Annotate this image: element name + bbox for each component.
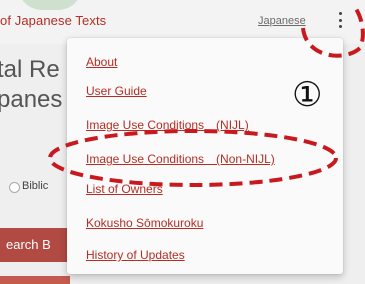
bibliography-radio-label: Biblic [22, 180, 49, 192]
language-link[interactable]: Japanese [258, 15, 306, 27]
menu-item-kokusho-somokuroku[interactable]: Kokusho Sōmokuroku [86, 216, 203, 230]
bibliography-radio[interactable] [9, 182, 20, 193]
more-menu-icon[interactable] [337, 12, 343, 28]
menu-item-list-of-owners[interactable]: List of Owners [86, 182, 163, 196]
menu-item-about[interactable]: About [86, 55, 117, 69]
page-heading-line2: panes [0, 86, 63, 113]
site-title[interactable]: of Japanese Texts [0, 13, 106, 28]
menu-item-user-guide[interactable]: User Guide [86, 84, 147, 98]
menu-item-image-use-nijl[interactable]: Image Use Conditions (NIJL) [86, 116, 249, 133]
menu-item-history-of-updates[interactable]: History of Updates [86, 248, 185, 262]
dropdown-menu: About User Guide Image Use Conditions (N… [67, 38, 343, 274]
logo-shape [18, 0, 82, 10]
background-accent-bar [0, 276, 70, 284]
step-number-badge: ① [292, 76, 323, 114]
page-heading-line1: tal Re [0, 56, 60, 83]
menu-item-image-use-non-nijl[interactable]: Image Use Conditions (Non-NIJL) [86, 150, 275, 167]
